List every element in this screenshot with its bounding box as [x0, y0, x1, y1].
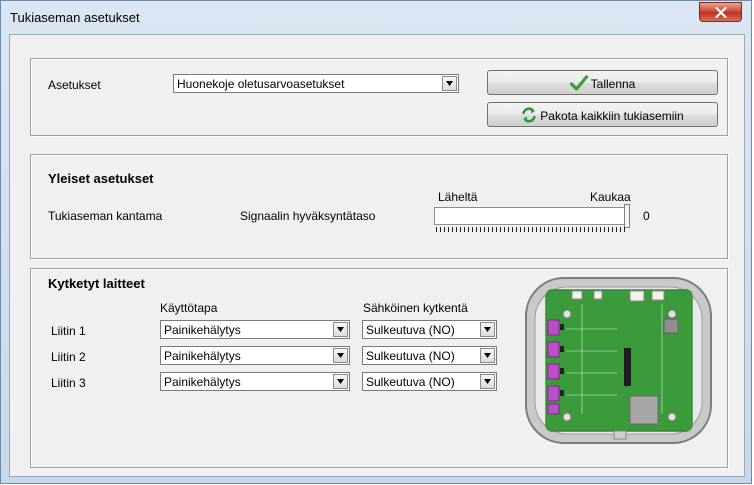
contact-select-2[interactable]: Sulkeutuva (NO): [362, 346, 497, 365]
close-button[interactable]: [699, 2, 742, 22]
chevron-down-icon[interactable]: [333, 374, 348, 389]
chevron-down-icon[interactable]: [480, 374, 495, 389]
connected-devices-title: Kytketyt laitteet: [48, 276, 145, 291]
slider-ticks: [436, 227, 628, 232]
settings-window: Tukiaseman asetukset Asetukset Huonekoje…: [0, 0, 752, 484]
electrical-header: Sähköinen kytkentä: [363, 301, 468, 315]
mode-select-value: Painikehälytys: [164, 349, 241, 363]
far-label: Kaukaa: [590, 190, 631, 204]
save-button-label: Tallenna: [590, 77, 636, 91]
range-label: Tukiaseman kantama: [48, 209, 163, 223]
general-settings-title: Yleiset asetukset: [48, 171, 154, 186]
close-icon: [715, 7, 727, 18]
mode-select-1[interactable]: Painikehälytys: [160, 320, 350, 339]
title-bar[interactable]: Tukiaseman asetukset: [1, 1, 751, 33]
window-title: Tukiaseman asetukset: [10, 10, 140, 25]
chevron-down-icon[interactable]: [480, 348, 495, 363]
checkmark-icon: [569, 75, 588, 91]
slider-thumb[interactable]: [624, 204, 630, 228]
settings-select-value: Huonekoje oletusarvoasetukset: [177, 77, 345, 91]
contact-select-1[interactable]: Sulkeutuva (NO): [362, 320, 497, 339]
connector-label: Liitin 1: [51, 324, 86, 338]
force-all-button-label: Pakota kaikkiin tukiasemiin: [540, 109, 684, 123]
chevron-down-icon[interactable]: [333, 322, 348, 337]
mode-select-2[interactable]: Painikehälytys: [160, 346, 350, 365]
chevron-down-icon[interactable]: [442, 76, 457, 91]
signal-threshold-slider[interactable]: [434, 204, 634, 235]
threshold-label: Signaalin hyväksyntätaso: [240, 209, 376, 223]
chevron-down-icon[interactable]: [333, 348, 348, 363]
slider-value: 0: [643, 209, 650, 223]
settings-label: Asetukset: [48, 78, 101, 92]
contact-select-value: Sulkeutuva (NO): [366, 349, 455, 363]
chevron-down-icon[interactable]: [480, 322, 495, 337]
sync-icon: [522, 107, 537, 123]
connector-label: Liitin 3: [51, 376, 86, 390]
mode-header: Käyttötapa: [160, 301, 218, 315]
settings-select[interactable]: Huonekoje oletusarvoasetukset: [173, 74, 459, 93]
connector-label: Liitin 2: [51, 350, 86, 364]
base-station-image: [525, 277, 712, 444]
force-all-button[interactable]: Pakota kaikkiin tukiasemiin: [487, 102, 718, 127]
mode-select-value: Painikehälytys: [164, 375, 241, 389]
contact-select-3[interactable]: Sulkeutuva (NO): [362, 372, 497, 391]
slider-track[interactable]: [434, 207, 630, 225]
near-label: Läheltä: [438, 190, 478, 204]
mode-select-value: Painikehälytys: [164, 323, 241, 337]
mode-select-3[interactable]: Painikehälytys: [160, 372, 350, 391]
contact-select-value: Sulkeutuva (NO): [366, 323, 455, 337]
contact-select-value: Sulkeutuva (NO): [366, 375, 455, 389]
save-button[interactable]: Tallenna: [487, 70, 718, 95]
